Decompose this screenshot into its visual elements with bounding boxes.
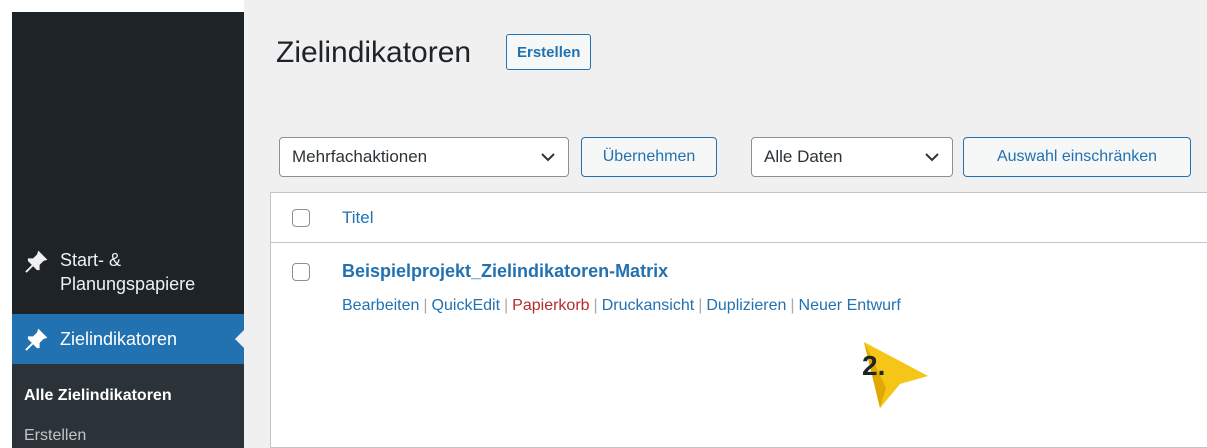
action-print-view[interactable]: Druckansicht: [602, 297, 694, 314]
dates-value: Alle Daten: [764, 147, 843, 166]
sidebar-item-zielindikatoren[interactable]: Zielindikatoren: [12, 314, 244, 364]
admin-sidebar: Start- & Planungspapiere Zielindikatoren…: [12, 12, 244, 448]
sidebar-item-label: Start- & Planungspapiere: [60, 250, 196, 294]
separator: |: [790, 297, 795, 314]
separator: |: [423, 297, 428, 314]
action-trash[interactable]: Papierkorb: [512, 297, 589, 314]
wp-admin-window: Start- & Planungspapiere Zielindikatoren…: [0, 0, 1207, 448]
sidebar-item-start-planungspapiere[interactable]: Start- & Planungspapiere: [12, 248, 244, 296]
chevron-down-icon: [925, 153, 939, 162]
separator: |: [698, 297, 703, 314]
main-content: Zielindikatoren Erstellen Mehrfachaktion…: [244, 0, 1207, 448]
row-checkbox[interactable]: [292, 263, 310, 281]
pin-icon: [25, 250, 48, 273]
separator: |: [504, 297, 509, 314]
table-header: Titel: [271, 193, 1207, 243]
action-quickedit[interactable]: QuickEdit: [432, 297, 500, 314]
bulk-actions-select[interactable]: Mehrfachaktionen: [279, 137, 569, 177]
select-all-checkbox[interactable]: [292, 209, 310, 227]
submenu-all-zielindikatoren[interactable]: Alle Zielindikatoren: [24, 387, 172, 405]
chevron-down-icon: [541, 153, 555, 162]
separator: |: [593, 297, 598, 314]
pin-icon: [25, 328, 48, 351]
action-new-draft[interactable]: Neuer Entwurf: [799, 297, 901, 314]
page-title: Zielindikatoren: [276, 36, 472, 69]
action-duplicate[interactable]: Duplizieren: [706, 297, 786, 314]
create-button[interactable]: Erstellen: [506, 34, 592, 70]
bulk-actions-value: Mehrfachaktionen: [292, 147, 428, 166]
posts-table: Titel Beispielprojekt_Zielindikatoren-Ma…: [270, 192, 1207, 448]
submenu-erstellen[interactable]: Erstellen: [24, 427, 86, 445]
sidebar-item-label: Zielindikatoren: [60, 328, 178, 349]
apply-button[interactable]: Übernehmen: [581, 137, 717, 177]
action-edit[interactable]: Bearbeiten: [342, 297, 419, 314]
row-actions: Bearbeiten | QuickEdit | Papierkorb | Druckans…: [342, 297, 901, 315]
column-title-header[interactable]: Titel: [342, 208, 374, 228]
annotation-label: 2.: [862, 350, 886, 381]
filter-button[interactable]: Auswahl einschränken: [963, 137, 1191, 177]
row-title-link[interactable]: Beispielprojekt_Zielindikatoren-Matrix: [342, 261, 668, 282]
dates-select[interactable]: Alle Daten: [751, 137, 953, 177]
sidebar-submenu: Alle Zielindikatoren Erstellen: [12, 364, 244, 448]
